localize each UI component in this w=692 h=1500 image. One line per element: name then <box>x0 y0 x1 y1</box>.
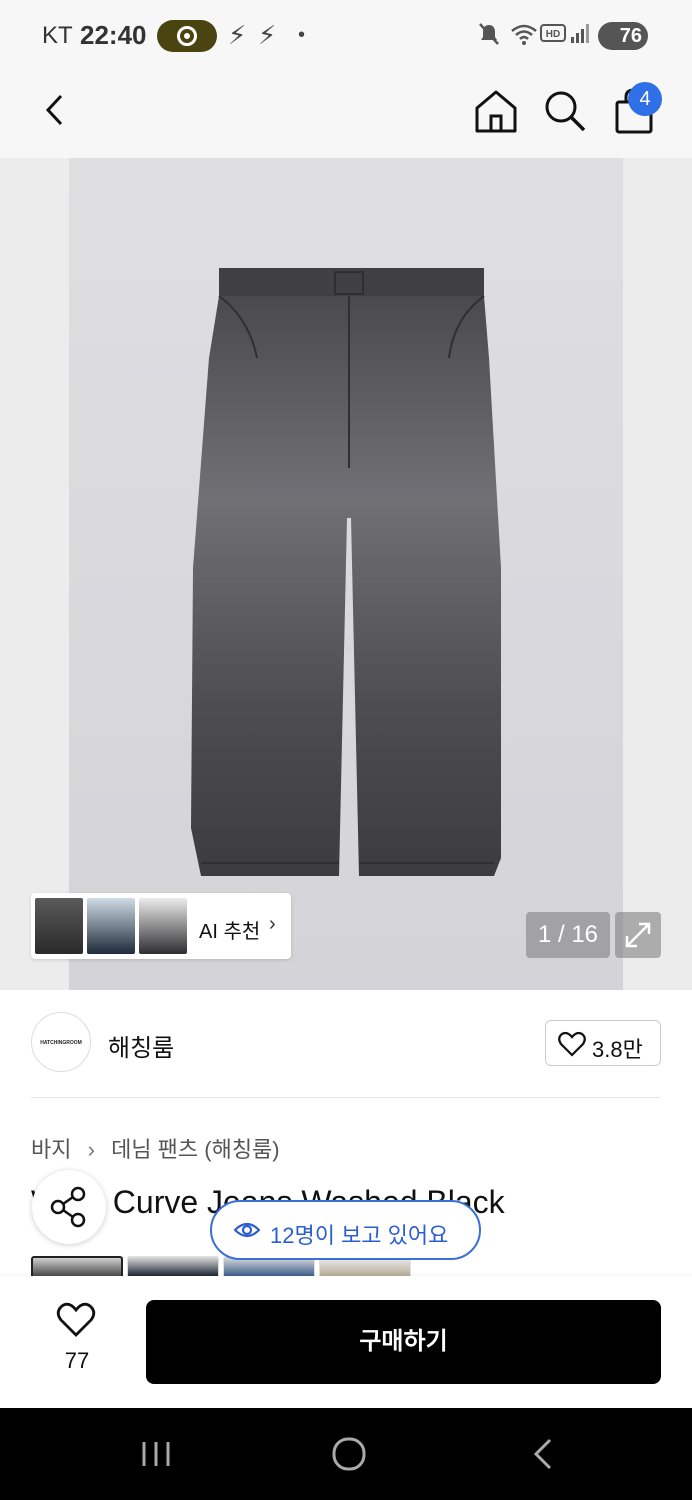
search-icon[interactable] <box>542 88 588 134</box>
system-navigation-bar <box>0 1408 692 1500</box>
wifi-icon <box>511 24 537 45</box>
status-bar: KT 22:40 ⚡ ⚡ • HD 76 <box>0 0 692 72</box>
divider <box>31 1097 661 1098</box>
cart-count-badge: 4 <box>628 82 662 116</box>
wishlist-button[interactable]: 77 <box>40 1300 114 1380</box>
back-nav-icon[interactable] <box>522 1434 566 1474</box>
heart-icon <box>558 1031 586 1057</box>
bottom-action-bar: 77 구매하기 <box>0 1276 692 1408</box>
ai-recommend-strip[interactable]: AI 추천 › <box>31 893 291 959</box>
image-counter: 1 / 16 <box>526 912 610 958</box>
eye-icon <box>234 1222 260 1238</box>
buy-button[interactable]: 구매하기 <box>146 1300 661 1384</box>
product-image-gallery[interactable]: AI 추천 › 1 / 16 <box>0 158 692 990</box>
expand-icon[interactable] <box>615 912 661 958</box>
signal-icon <box>571 24 589 43</box>
breadcrumb-item[interactable]: 데님 팬츠 (해칭룸) <box>111 1132 280 1164</box>
svg-text:HD: HD <box>546 29 560 40</box>
notification-dot-icon: • <box>298 24 306 46</box>
mute-icon <box>479 23 499 45</box>
ai-look-thumbnail[interactable] <box>87 898 135 954</box>
chevron-right-icon: › <box>87 1137 95 1162</box>
share-button[interactable] <box>32 1170 106 1244</box>
ai-look-thumbnail[interactable] <box>139 898 187 954</box>
hd-voice-icon: HD <box>540 24 566 42</box>
app-bar <box>0 72 692 158</box>
breadcrumb-item[interactable]: 바지 <box>31 1132 71 1164</box>
charging-bolt-icon: ⚡ <box>258 20 277 50</box>
back-arrow-icon[interactable] <box>36 90 76 130</box>
product-image <box>191 268 501 876</box>
media-recording-icon <box>157 20 217 52</box>
wishlist-count: 77 <box>64 1348 90 1373</box>
breadcrumb: 바지 › 데님 팬츠 (해칭룸) <box>31 1132 280 1164</box>
carrier-label: KT <box>42 22 73 49</box>
brand-logo[interactable]: HATCHINGROOM <box>31 1012 91 1072</box>
viewers-badge: 12명이 보고 있어요 <box>210 1200 481 1260</box>
battery-indicator: 76 <box>598 22 648 50</box>
chevron-right-icon: › <box>269 913 276 935</box>
share-icon <box>50 1186 86 1228</box>
charging-bolt-icon: ⚡ <box>228 20 247 50</box>
brand-like-button[interactable]: 3.8만 <box>545 1020 661 1066</box>
home-icon[interactable] <box>472 88 520 134</box>
heart-icon <box>56 1302 96 1337</box>
brand-like-count: 3.8만 <box>592 1037 643 1062</box>
clock-time: 22:40 <box>80 20 147 50</box>
ai-recommend-label: AI 추천 <box>199 921 261 943</box>
brand-row[interactable]: HATCHINGROOM 해칭룸 3.8만 <box>0 990 692 1098</box>
color-option-thumbnail[interactable] <box>31 1256 123 1276</box>
recent-apps-icon[interactable] <box>134 1434 178 1474</box>
viewers-text: 12명이 보고 있어요 <box>270 1223 449 1248</box>
brand-name[interactable]: 해칭룸 <box>108 1028 174 1063</box>
ai-look-thumbnail[interactable] <box>35 898 83 954</box>
home-nav-icon[interactable] <box>327 1434 371 1474</box>
color-option-thumbnail[interactable] <box>127 1256 219 1276</box>
product-photo <box>69 158 623 990</box>
